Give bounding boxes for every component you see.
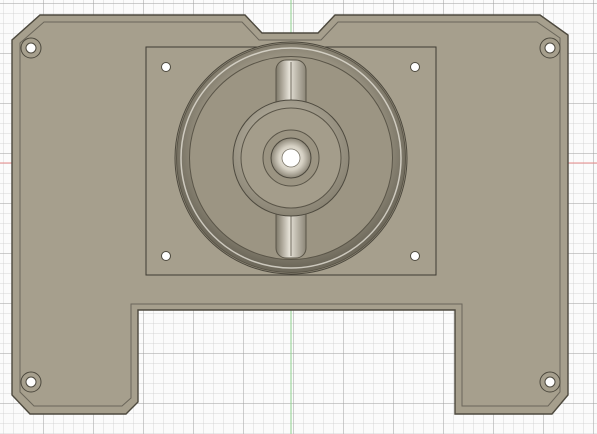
cad-canvas[interactable] (0, 0, 597, 434)
fan-hole-bottom-right[interactable] (410, 251, 420, 261)
cad-viewport[interactable] (0, 0, 597, 434)
fan-mount-plate[interactable] (11, 14, 569, 415)
fan-hole-bottom-left[interactable] (161, 251, 171, 261)
fan-hole-top-left[interactable] (161, 62, 171, 72)
fan-hole-top-right[interactable] (410, 62, 420, 72)
fan-guard-hub[interactable] (232, 99, 350, 217)
